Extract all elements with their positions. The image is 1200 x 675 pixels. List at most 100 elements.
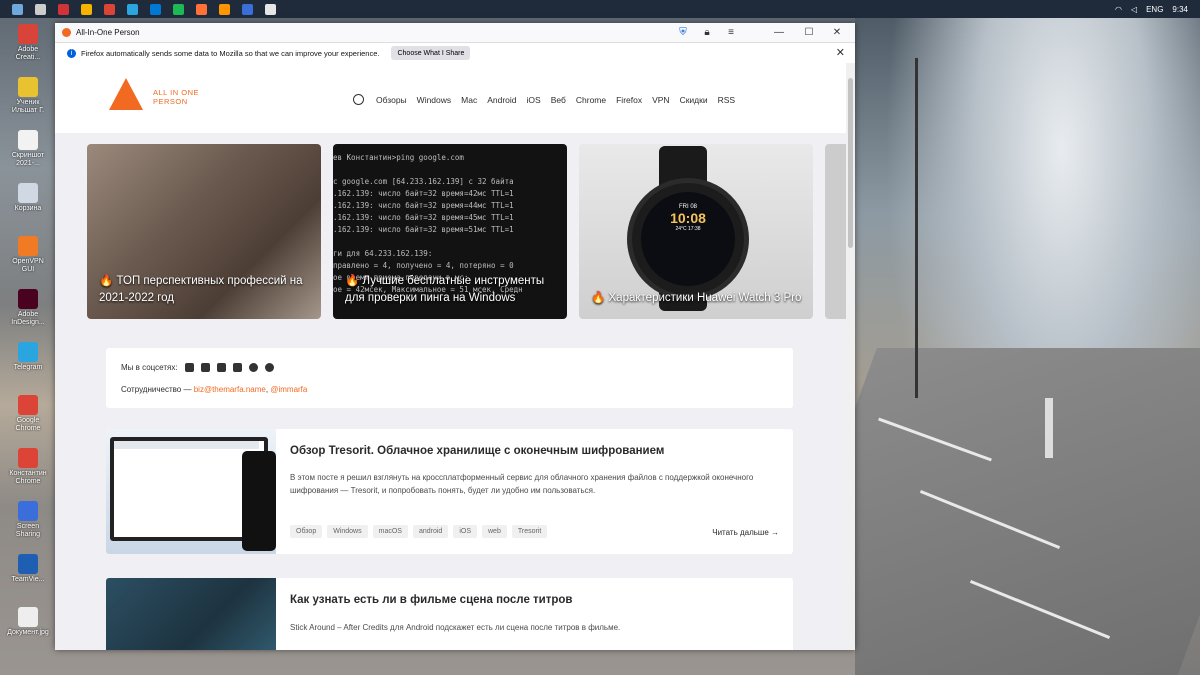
outlook-icon[interactable] xyxy=(150,3,161,15)
desktop-shortcut[interactable]: Screen Sharing xyxy=(6,501,50,539)
search-icon[interactable] xyxy=(353,94,364,105)
choose-what-i-share-button[interactable]: Choose What I Share xyxy=(391,46,471,60)
carousel-card-title[interactable]: 🔥 Лучшие бесплатные инструменты для пров… xyxy=(345,273,557,307)
telegram-icon[interactable] xyxy=(184,363,194,372)
nav-item[interactable]: VPN xyxy=(652,95,669,105)
spotify-icon[interactable] xyxy=(173,3,184,15)
nav-item[interactable]: Windows xyxy=(417,95,451,105)
close-button[interactable]: ✕ xyxy=(825,23,849,42)
carousel-card[interactable]: 🔥 ТОП перспективных профессий на 2021-20… xyxy=(87,144,321,319)
vk-icon[interactable] xyxy=(216,363,226,372)
wifi-icon[interactable]: ◠ xyxy=(1115,5,1122,14)
post-title[interactable]: Как узнать есть ли в фильме сцена после … xyxy=(290,594,573,606)
shortcut-label: Telegram xyxy=(13,364,43,371)
shortcut-label: Adobe Creati... xyxy=(15,46,41,61)
nav-item[interactable]: Обзоры xyxy=(376,95,407,105)
desktop-shortcut[interactable]: Скриншот 2021-... xyxy=(6,130,50,168)
volume-icon[interactable]: ◁ xyxy=(1131,5,1137,14)
search-icon[interactable] xyxy=(35,3,46,15)
post-card: Как узнать есть ли в фильме сцена после … xyxy=(106,578,793,650)
terminal-line: ев Константин>ping google.com xyxy=(333,153,464,162)
shortcut-label: Adobe InDesign... xyxy=(11,311,45,326)
post-tag[interactable]: iOS xyxy=(453,525,477,538)
facebook-icon[interactable] xyxy=(232,363,242,372)
clock[interactable]: 9:34 xyxy=(1172,5,1188,14)
desktop-wallpaper xyxy=(855,18,1200,675)
shortcut-label: Screen Sharing xyxy=(15,523,41,538)
desktop-shortcut[interactable]: Telegram xyxy=(6,342,50,372)
desktop-shortcut[interactable]: OpenVPN GUI xyxy=(6,236,50,274)
coop-handle-link[interactable]: @immarfa xyxy=(270,385,307,394)
lock-icon[interactable]: 🔒︎ xyxy=(695,23,719,42)
desktop-shortcut[interactable]: Adobe Creati... xyxy=(6,24,50,62)
chrome-icon[interactable] xyxy=(81,3,92,15)
coop-email-link[interactable]: biz@themarfa.name xyxy=(194,385,266,394)
desktop-shortcut[interactable]: Документ.jpg xyxy=(6,607,50,637)
nav-item[interactable]: iOS xyxy=(527,95,541,105)
windows-start-icon[interactable] xyxy=(12,3,23,15)
nav-item[interactable]: Firefox xyxy=(616,95,642,105)
system-tray: ◠ ◁ ENG 9:34 xyxy=(1115,0,1200,18)
post-tag[interactable]: android xyxy=(412,525,449,538)
language-indicator[interactable]: ENG xyxy=(1146,5,1163,14)
firefox-icon[interactable] xyxy=(196,3,207,15)
terminal-line: .162.139: число байт=32 время=45мс TTL=1 xyxy=(333,213,514,222)
carousel-card-title[interactable]: 🔥 ТОП перспективных профессий на 2021-20… xyxy=(99,273,311,307)
pinterest-icon[interactable] xyxy=(264,363,274,372)
nav-item[interactable]: Скидки xyxy=(680,95,708,105)
wallpaper-road xyxy=(855,348,1200,675)
chrome-icon[interactable] xyxy=(104,3,115,15)
app-blue-icon[interactable] xyxy=(242,3,253,15)
site-favicon-icon xyxy=(62,28,71,37)
minimize-button[interactable]: — xyxy=(767,23,791,42)
post-tags: Обзор Windows macOS android iOS web Tresorit xyxy=(290,525,548,538)
post-title[interactable]: Обзор Tresorit. Облачное хранилище с око… xyxy=(290,445,664,457)
social-panel: Мы в соцсетях: Сотрудничество — biz@them… xyxy=(106,348,793,408)
shield-icon[interactable]: ⛨ xyxy=(671,23,695,42)
firefox-icon[interactable] xyxy=(219,3,230,15)
post-tag[interactable]: macOS xyxy=(372,525,408,538)
carousel-card[interactable]: FRI 08 10:08 24°C 17:38 🔥 Характеристики… xyxy=(579,144,813,319)
post-tag[interactable]: Обзор xyxy=(290,525,323,538)
close-notification-icon[interactable]: ✕ xyxy=(836,46,845,59)
desktop-shortcut[interactable]: Константин Chrome xyxy=(6,448,50,486)
desktop-shortcut[interactable]: TeamVie... xyxy=(6,554,50,584)
scrollbar-thumb[interactable] xyxy=(848,78,853,248)
read-more-link[interactable]: Читать дальше → xyxy=(712,528,779,537)
app-white-icon[interactable] xyxy=(265,3,276,15)
desktop-shortcut[interactable]: Корзина xyxy=(6,183,50,213)
post-thumbnail[interactable] xyxy=(106,429,276,554)
shortcut-label: Корзина xyxy=(14,205,42,212)
post-thumbnail[interactable] xyxy=(106,578,276,650)
nav-item[interactable]: RSS xyxy=(718,95,735,105)
desktop-shortcut[interactable]: Ученик Ильшат Г. xyxy=(6,77,50,115)
shortcut-icon xyxy=(18,607,38,627)
menu-icon[interactable]: ≡ xyxy=(719,23,743,42)
info-icon: i xyxy=(67,48,76,58)
nav-item[interactable]: Веб xyxy=(551,95,566,105)
telegram-icon[interactable] xyxy=(127,3,138,15)
messenger-icon[interactable] xyxy=(248,363,258,372)
post-tag[interactable]: web xyxy=(482,525,507,538)
desktop-shortcut[interactable]: Adobe InDesign... xyxy=(6,289,50,327)
nav-item[interactable]: Mac xyxy=(461,95,477,105)
coop-label: Сотрудничество — xyxy=(121,385,192,394)
nav-item[interactable]: Android xyxy=(487,95,516,105)
wallpaper-pole xyxy=(915,58,918,398)
carousel-card-title[interactable]: 🔥 Характеристики Huawei Watch 3 Pro xyxy=(591,290,803,307)
carousel-card[interactable]: ев Константин>ping google.com с google.co… xyxy=(333,144,567,319)
nav-item[interactable]: Chrome xyxy=(576,95,606,105)
desktop-shortcut[interactable]: Google Chrome xyxy=(6,395,50,433)
post-tag[interactable]: Windows xyxy=(327,525,368,538)
page-scrollbar[interactable] xyxy=(846,63,855,650)
twitter-icon[interactable] xyxy=(200,363,210,372)
shortcut-label: Документ.jpg xyxy=(7,629,49,636)
watch-time: 10:08 xyxy=(670,210,706,226)
maximize-button[interactable]: ☐ xyxy=(797,23,821,42)
post-tag[interactable]: Tresorit xyxy=(511,525,548,538)
shortcut-icon xyxy=(18,289,38,309)
app-red-icon[interactable] xyxy=(58,3,69,15)
carousel-card[interactable] xyxy=(825,144,846,319)
shortcut-icon xyxy=(18,77,38,97)
